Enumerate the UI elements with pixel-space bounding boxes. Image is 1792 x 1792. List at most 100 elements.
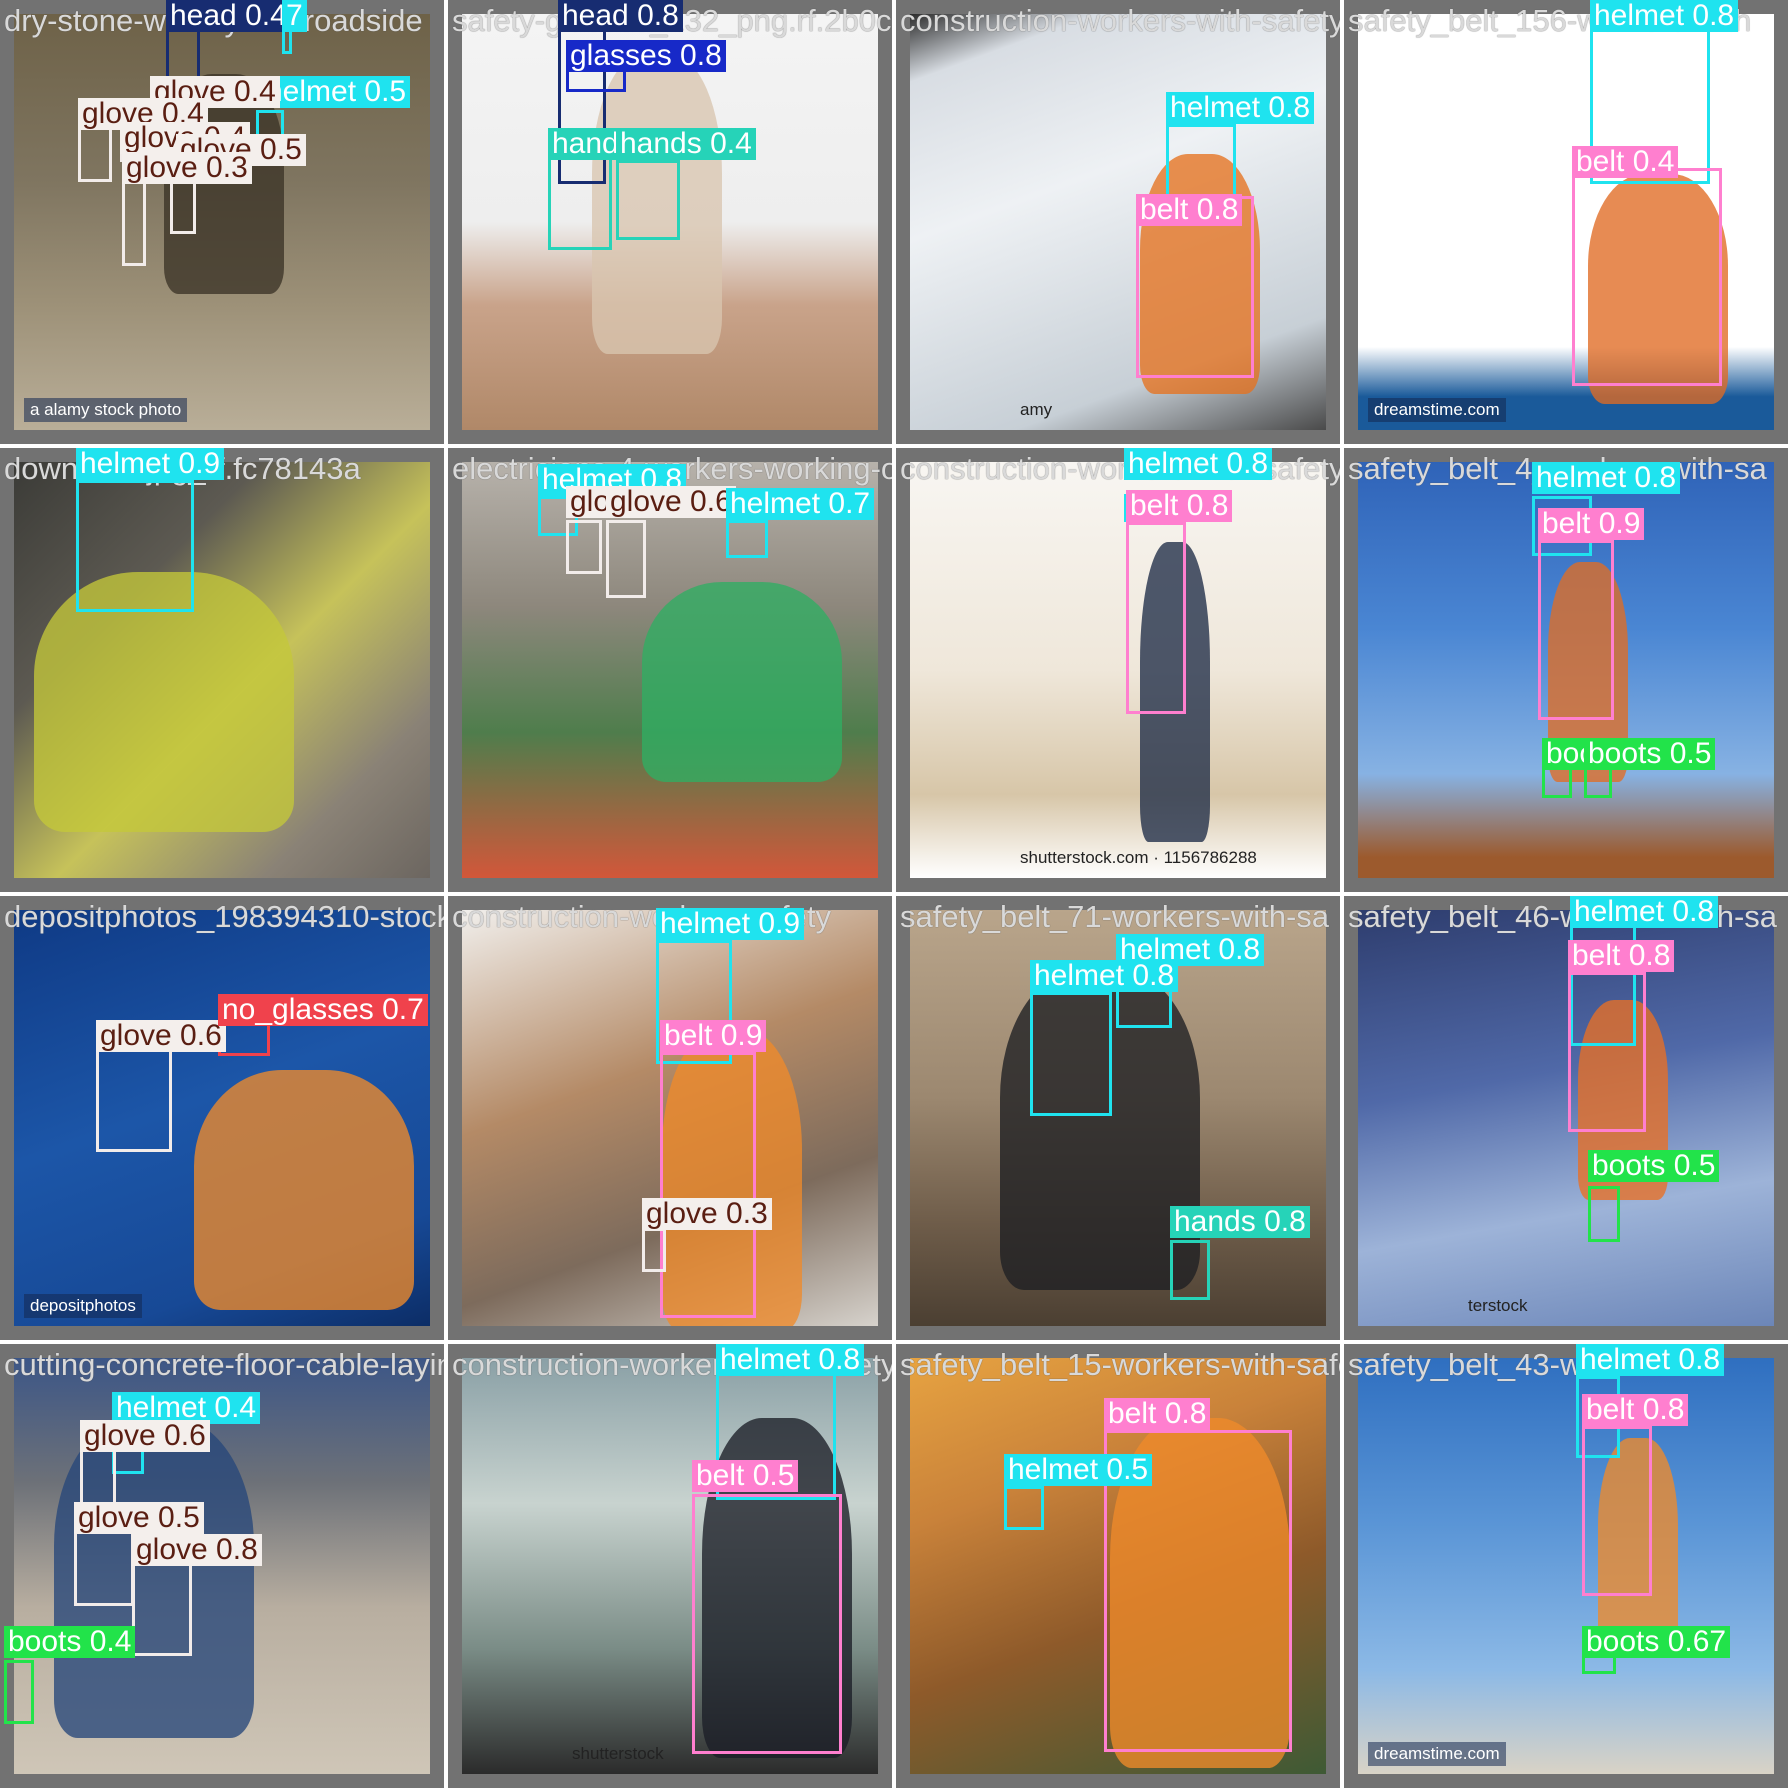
belt-detection-label: belt 0.5 [692,1460,799,1492]
image-tile: safety_belt_71-workers-with-sahelmet 0.8… [896,896,1340,1340]
image-tile: amy construction-workers-with-safety helme… [896,0,1340,444]
tile-title: depositphotos_198394310-stock-photo [4,899,444,934]
tile-title: safety_belt_15-workers-with-safety [900,1347,1340,1382]
helmet-detection-label: helmet 0.7 [726,488,875,520]
hands-bounding-box [1170,1240,1210,1300]
helmet-detection-label: helmet 0.9 [76,448,225,480]
tile-photo: shutterstock.com · 1156786288 [910,462,1326,878]
belt-bounding-box [1538,540,1614,720]
image-tile: terstock safety_belt_46-workers-with-sa he… [1344,896,1788,1340]
tile-title: construction-workers-with-safety [900,451,1340,486]
helmet-detection-label: helmet 0.8 [1124,448,1273,480]
boots-detection-label: boots 0.4 [4,1626,136,1658]
glove-bounding-box [78,124,112,182]
belt-detection-label: belt 0.8 [1568,940,1675,972]
tile-title: safety_belt_71-workers-with-sa [900,899,1330,934]
tile-photo: amy [910,14,1326,430]
boots-detection-label: boots 0.5 [1588,1150,1720,1182]
tile-photo: dreamstime.com [1358,1358,1774,1774]
image-tile: dreamstime.com safety_belt_156-workers-wi… [1344,0,1788,444]
helmet-detection-label: helmet 0.8 [1166,92,1315,124]
glove-bounding-box [606,520,646,598]
watermark-text: shutterstock [572,1744,664,1763]
image-tile: safety_belt_15-workers-with-safetybelt 0… [896,1344,1340,1788]
no_glasses-detection-label: no_glasses 0.7 [218,994,428,1026]
belt-detection-label: belt 0.9 [1538,508,1645,540]
image-tile: safety_belt_4_workers-with-sahelmet 0.8b… [1344,448,1788,892]
helmet-detection-label: helmet 0.9 [656,908,805,940]
image-tile: construction-workers-safety helmet 0.9 bel… [448,896,892,1340]
image-tile: cutting-concrete-floor-cable-laying helme… [0,1344,444,1788]
helmet-detection-label: helmet 0.8 [1570,896,1719,928]
helmet-detection-label: helmet 0.5 [1004,1454,1153,1486]
watermark-text: a alamy stock photo [24,398,188,422]
glove-detection-label: glove 0.3 [642,1198,772,1230]
hands-bounding-box [548,146,612,250]
head-detection-label: head 0.8 [558,0,683,32]
tile-photo: depositphotos [14,910,430,1326]
helmet-detection-label: 7 [282,0,307,32]
belt-detection-label: belt 0.8 [1136,194,1243,226]
image-tile: safety-glasses_132_png.rf.2b0chead 0.8gl… [448,0,892,444]
belt-bounding-box [1572,168,1722,386]
tile-photo [462,462,878,878]
head-detection-label: head 0.4 [166,0,291,32]
image-tile: electricians-4-workers-working-onhelmet … [448,448,892,892]
image-tile: dreamstime.com safety_belt_43-workers helm… [1344,1344,1788,1788]
boots-detection-label: boots 0.67 [1582,1626,1731,1658]
hands-detection-label: hands 0.4 [616,128,756,160]
glove-detection-label: glove 0.3 [122,152,252,184]
image-tile: download-jpg_rf.fc78143ahelmet 0.9 [0,448,444,892]
watermark-text: dreamstime.com [1368,1742,1506,1766]
image-tile: shutterstock.com · 1156786288 constructio… [896,448,1340,892]
helmet-detection-label: helmet 0.8 [1030,960,1179,992]
image-tile: a alamy stock photodry-stone-wall-by-the… [0,0,444,444]
tile-photo: terstock [1358,910,1774,1326]
helmet-bounding-box [1030,992,1112,1116]
belt-detection-label: belt 0.8 [1104,1398,1211,1430]
belt-detection-label: belt 0.4 [1572,146,1679,178]
belt-detection-label: belt 0.8 [1582,1394,1689,1426]
glove-bounding-box [74,1528,134,1606]
image-tile: depositphotos depositphotos_198394310-sto… [0,896,444,1340]
hands-detection-label: hands 0.8 [1170,1206,1310,1238]
watermark-text: amy [1020,400,1053,419]
glove-detection-label: glove 0.6 [96,1020,226,1052]
glove-detection-label: glove 0.5 [74,1502,204,1534]
belt-bounding-box [1568,972,1646,1132]
glasses-detection-label: glasses 0.8 [566,40,726,72]
boots-detection-label: boots 0.5 [1584,738,1716,770]
helmet-detection-label: helmet 0.8 [716,1344,865,1376]
boots-bounding-box [4,1660,34,1724]
detection-mosaic: a alamy stock photodry-stone-wall-by-the… [0,0,1792,1792]
belt-bounding-box [692,1494,842,1754]
helmet-bounding-box [1166,124,1236,204]
helmet-detection-label: helmet 0.8 [1532,462,1681,494]
belt-bounding-box [1582,1426,1652,1596]
helmet-detection-label: helmet 0.8 [1590,0,1739,32]
helmet-bounding-box [1004,1486,1044,1530]
watermark-text: depositphotos [24,1294,142,1318]
watermark-text: shutterstock.com · 1156786288 [1020,848,1257,867]
hands-bounding-box [616,160,680,240]
watermark-text: dreamstime.com [1368,398,1506,422]
glove-bounding-box [132,1560,192,1656]
tile-title: construction-workers-with-safety [900,3,1340,38]
helmet-detection-label: helmet 0.5 [262,76,411,108]
glove-detection-label: glove 0.6 [606,486,736,518]
belt-bounding-box [1126,522,1186,714]
tile-title: cutting-concrete-floor-cable-laying [4,1347,444,1382]
glove-detection-label: glove 0.8 [132,1534,262,1566]
glove-bounding-box [566,520,602,574]
watermark-text: terstock [1468,1296,1528,1315]
helmet-bounding-box [726,520,768,558]
belt-detection-label: belt 0.9 [660,1020,767,1052]
belt-detection-label: belt 0.8 [1126,490,1233,522]
worker-silhouette [194,1070,414,1310]
glove-bounding-box [96,1042,172,1152]
helmet-bounding-box [76,480,194,612]
glove-detection-label: glove 0.6 [80,1420,210,1452]
image-tile: shutterstock construction-workers-with-sa… [448,1344,892,1788]
worker-silhouette [642,582,842,782]
boots-bounding-box [1588,1186,1620,1242]
